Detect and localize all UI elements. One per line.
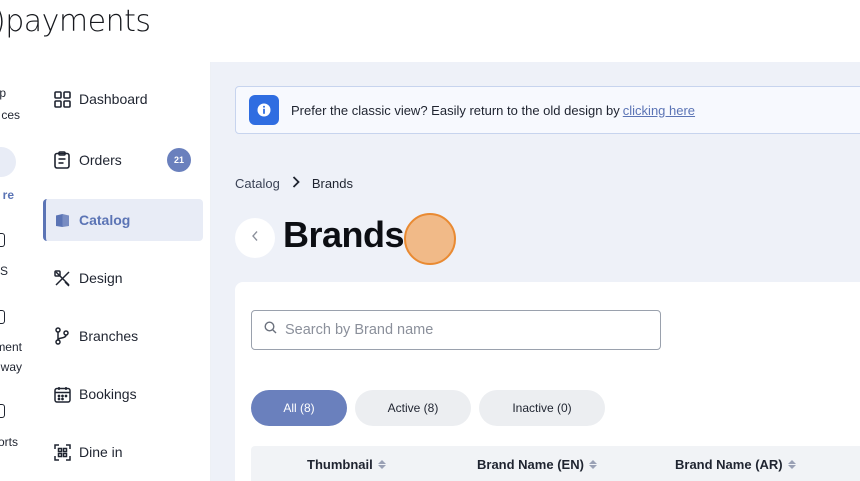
qr-icon: [53, 443, 71, 461]
orders-count-badge: 21: [167, 148, 191, 172]
main-content: Prefer the classic view? Easily return t…: [211, 62, 860, 481]
sidebar-item-label: Design: [79, 270, 123, 286]
banner-message: Prefer the classic view? Easily return t…: [291, 102, 620, 118]
search-input[interactable]: Search by Brand name: [251, 310, 661, 350]
click-indicator: [404, 213, 456, 265]
design-icon: [53, 269, 71, 287]
sort-icon: [588, 460, 597, 469]
top-bar: )payments: [0, 0, 860, 62]
classic-view-banner: Prefer the classic view? Easily return t…: [235, 86, 860, 134]
column-thumbnail[interactable]: Thumbnail: [307, 457, 386, 472]
payment-icon: [0, 310, 5, 324]
rail-item-label: re: [2, 188, 14, 202]
search-placeholder: Search by Brand name: [285, 322, 434, 338]
column-brand-name-en[interactable]: Brand Name (EN): [477, 457, 597, 472]
sidebar: Dashboard Orders 21 Catalog Design Branc…: [36, 62, 211, 481]
page-title: Brands: [283, 214, 405, 255]
filter-all[interactable]: All (8): [251, 390, 347, 426]
reports-icon: [0, 404, 5, 418]
orders-icon: [53, 151, 71, 169]
app-rail: p ces re S ment way orts: [0, 62, 36, 481]
sort-icon: [787, 460, 796, 469]
sidebar-item-design[interactable]: Design: [43, 257, 203, 299]
sidebar-item-dashboard[interactable]: Dashboard: [43, 78, 203, 120]
sort-icon: [377, 460, 386, 469]
column-label: Brand Name (AR): [675, 457, 783, 472]
banner-text: Prefer the classic view? Easily return t…: [291, 103, 695, 118]
brands-card: Search by Brand name All (8) Active (8) …: [235, 282, 860, 481]
calendar-icon: [53, 385, 71, 403]
breadcrumb-catalog[interactable]: Catalog: [235, 176, 280, 191]
sidebar-item-label: Dashboard: [79, 91, 148, 107]
column-label: Thumbnail: [307, 457, 373, 472]
search-icon: [264, 321, 277, 339]
classic-view-link[interactable]: clicking here: [623, 103, 695, 118]
rail-item-label: ment: [0, 340, 22, 354]
rail-item-label: orts: [0, 435, 18, 449]
sidebar-item-branches[interactable]: Branches: [43, 315, 203, 357]
sidebar-item-catalog[interactable]: Catalog: [43, 199, 203, 241]
sidebar-item-label: Branches: [79, 328, 139, 344]
rail-item-label: ces: [1, 108, 20, 122]
sidebar-item-label: Dine in: [79, 444, 123, 460]
table-header: Thumbnail Brand Name (EN) Brand Name (AR…: [251, 446, 860, 481]
sidebar-item-label: Catalog: [79, 212, 131, 228]
sidebar-item-orders[interactable]: Orders 21: [43, 139, 203, 181]
sidebar-item-bookings[interactable]: Bookings: [43, 373, 203, 415]
column-brand-name-ar[interactable]: Brand Name (AR): [675, 457, 796, 472]
dashboard-icon: [53, 90, 71, 108]
rail-active-bubble: [0, 147, 16, 177]
column-label: Brand Name (EN): [477, 457, 584, 472]
rail-item-label: S: [0, 264, 8, 278]
logo-text: payments: [5, 4, 151, 39]
filter-active[interactable]: Active (8): [355, 390, 471, 426]
breadcrumb-brands: Brands: [311, 176, 354, 191]
rail-item-label: p: [0, 86, 6, 100]
app-logo[interactable]: )payments: [0, 4, 151, 39]
filter-inactive[interactable]: Inactive (0): [479, 390, 605, 426]
info-icon: [249, 95, 279, 125]
rail-item-label: way: [0, 360, 22, 374]
catalog-icon: [53, 211, 71, 229]
chevron-right-icon: [292, 176, 300, 191]
breadcrumb: Catalog Brands: [235, 176, 353, 191]
branches-icon: [53, 327, 71, 345]
status-filter-tabs: All (8) Active (8) Inactive (0): [251, 390, 605, 426]
pos-icon: [0, 233, 5, 247]
chevron-left-icon: [251, 229, 259, 247]
sidebar-item-dine-in[interactable]: Dine in: [43, 431, 203, 473]
sidebar-item-label: Bookings: [79, 386, 137, 402]
back-button[interactable]: [235, 218, 275, 258]
sidebar-item-label: Orders: [79, 152, 122, 168]
